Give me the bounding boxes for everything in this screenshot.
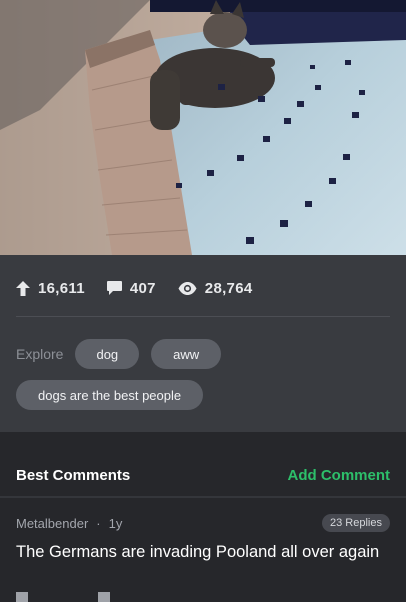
upvote-button[interactable]: 16,611 <box>16 280 85 297</box>
comment-count: 407 <box>129 279 156 297</box>
explore-label: Explore <box>16 346 64 362</box>
post-info-panel: 16,611 407 28,764 Explore dog aww dogs a… <box>0 255 406 432</box>
comment-author[interactable]: Metalbender <box>16 516 88 531</box>
comments-header: Best Comments Add Comment <box>0 432 406 498</box>
explore-tags: Explore dog aww <box>16 339 222 369</box>
view-count: 28,764 <box>204 279 253 297</box>
replies-badge[interactable]: 23 Replies <box>322 514 390 532</box>
upvote-count: 16,611 <box>38 279 85 297</box>
post-image[interactable] <box>0 0 406 255</box>
comment-item[interactable]: Metalbender · 1y 23 Replies The Germans … <box>0 498 406 602</box>
views-stat: 28,764 <box>178 280 253 297</box>
comment-bubble-icon <box>106 281 122 295</box>
comment-upvote-icon[interactable] <box>16 592 28 602</box>
pool-dog-photo <box>0 0 406 255</box>
eye-icon <box>178 281 197 295</box>
stats-divider <box>16 316 390 317</box>
meta-separator: · <box>96 516 101 531</box>
add-comment-button[interactable]: Add Comment <box>288 467 391 484</box>
comment-text: The Germans are invading Pooland all ove… <box>16 543 380 561</box>
comment-meta: Metalbender · 1y <box>16 516 122 531</box>
comments-stat[interactable]: 407 <box>106 279 156 297</box>
arrow-up-icon <box>16 280 30 296</box>
comment-age: 1y <box>108 516 123 531</box>
best-comments-title: Best Comments <box>16 467 131 484</box>
comment-actions <box>16 592 110 602</box>
tag-dogs-are-the-best-people[interactable]: dogs are the best people <box>16 380 204 410</box>
tag-dog[interactable]: dog <box>75 339 140 369</box>
post-stats: 16,611 407 28,764 <box>16 277 252 299</box>
comment-reply-icon[interactable] <box>98 592 110 602</box>
tag-aww[interactable]: aww <box>151 339 222 369</box>
